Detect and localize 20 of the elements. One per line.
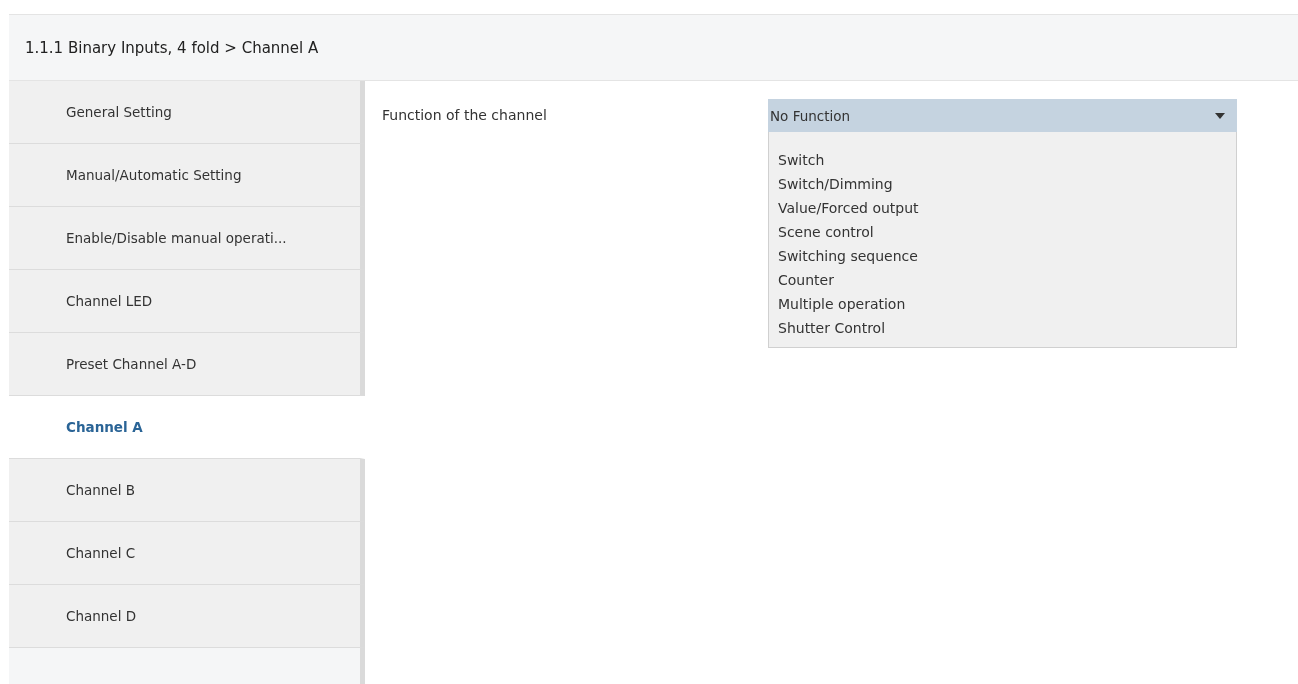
sidebar-item[interactable]: Preset Channel A-D (9, 333, 365, 396)
sidebar-item[interactable]: Channel C (9, 522, 365, 585)
sidebar-item[interactable]: Channel D (9, 585, 365, 648)
breadcrumb-title: 1.1.1 Binary Inputs, 4 fold > Channel A (25, 38, 319, 57)
sidebar-item[interactable]: Manual/Automatic Setting (9, 144, 365, 207)
function-dropdown[interactable]: No Function (768, 99, 1237, 132)
dropdown-option[interactable]: Shutter Control (769, 316, 1236, 340)
dropdown-option[interactable]: Switch (769, 148, 1236, 172)
dropdown-option[interactable]: Multiple operation (769, 292, 1236, 316)
dropdown-option[interactable]: Value/Forced output (769, 196, 1236, 220)
sidebar-item[interactable]: Channel LED (9, 270, 365, 333)
sidebar-item[interactable]: Enable/Disable manual operati... (9, 207, 365, 270)
dropdown-option[interactable]: Counter (769, 268, 1236, 292)
dropdown-option[interactable]: Switch/Dimming (769, 172, 1236, 196)
parameter-label: Function of the channel (382, 106, 548, 123)
dropdown-option[interactable]: Switching sequence (769, 244, 1236, 268)
sidebar-item[interactable]: Channel B (9, 459, 365, 522)
caret-icon (1215, 112, 1225, 119)
dropdown-option[interactable]: Scene control (769, 220, 1236, 244)
sidebar-item[interactable]: General Setting (9, 81, 365, 144)
